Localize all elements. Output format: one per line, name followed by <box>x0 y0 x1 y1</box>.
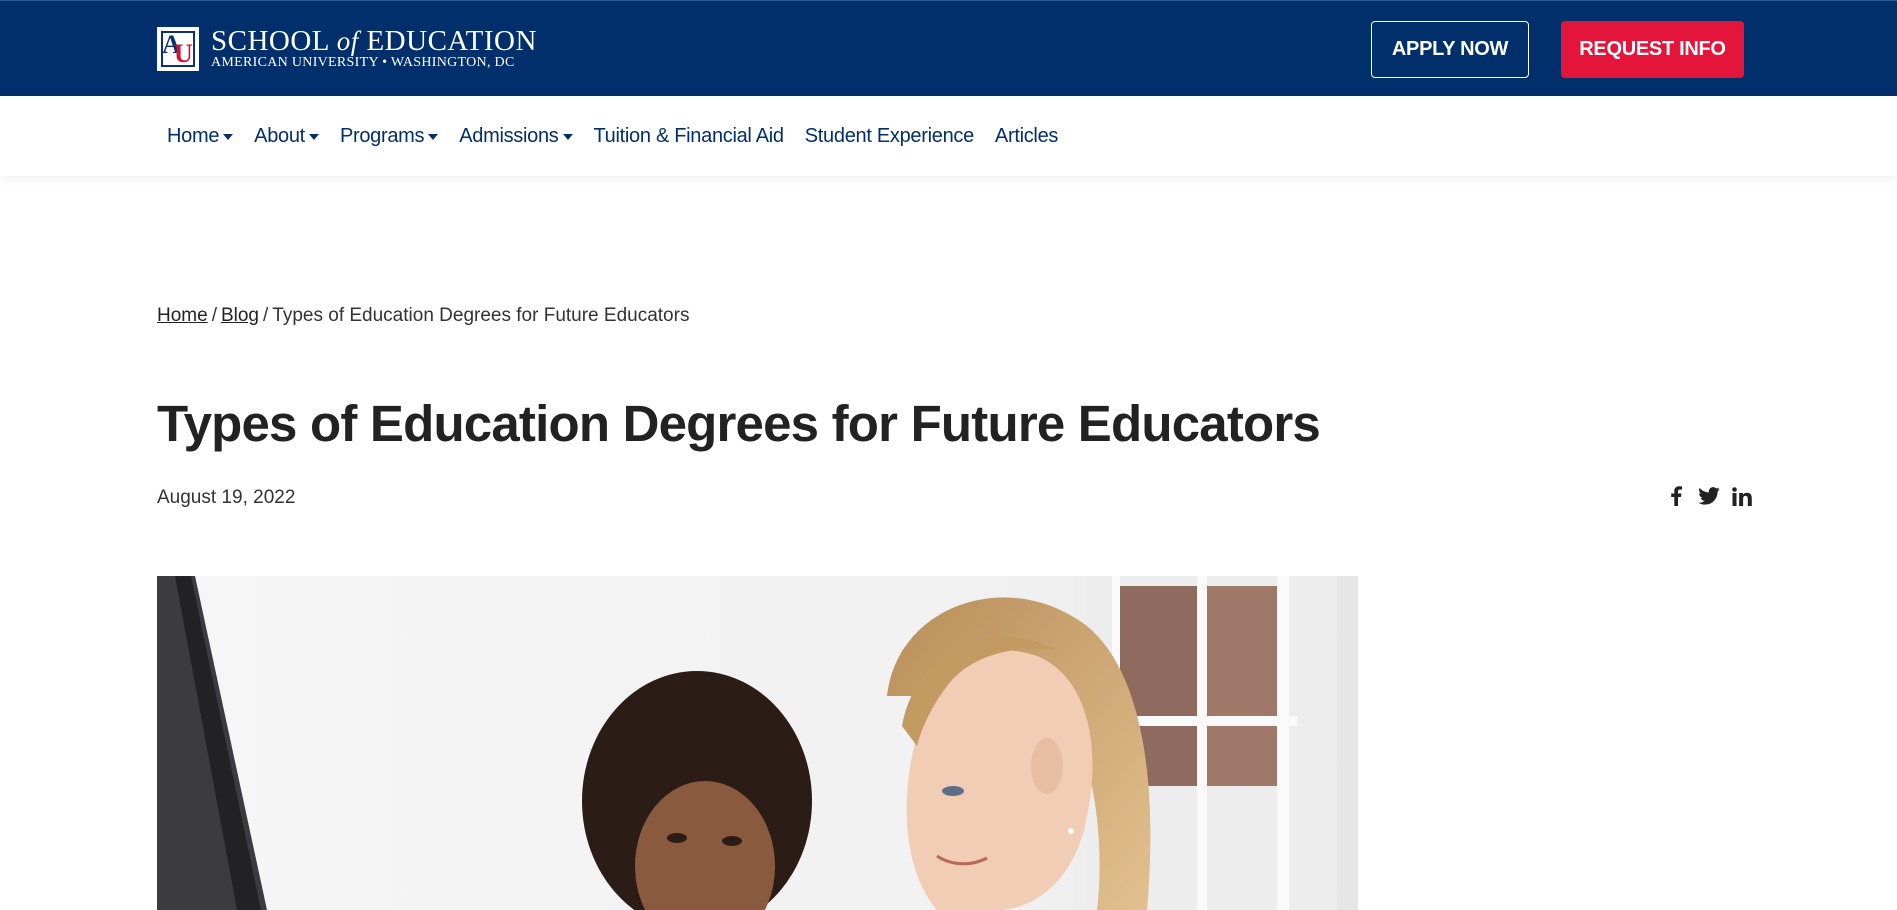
breadcrumb-blog-link[interactable]: Blog <box>221 305 259 326</box>
page-title: Types of Education Degrees for Future Ed… <box>157 395 1321 452</box>
nav-item-home[interactable]: Home <box>167 125 234 148</box>
caret-down-icon <box>428 134 439 140</box>
breadcrumb: Home / Blog / Types of Education Degrees for… <box>157 305 689 327</box>
linkedin-icon[interactable] <box>1730 484 1754 508</box>
caret-down-icon <box>308 134 319 140</box>
main-nav: Home About Programs Admissions Tuition &… <box>0 96 1897 176</box>
caret-down-icon <box>223 134 234 140</box>
breadcrumb-home-link[interactable]: Home <box>157 305 208 326</box>
hero-photo-illustration <box>157 576 1358 910</box>
breadcrumb-current: Types of Education Degrees for Future Ed… <box>272 305 690 326</box>
au-logo-mark: AU <box>157 27 199 71</box>
facebook-icon[interactable] <box>1664 484 1688 508</box>
school-logo[interactable]: AU SCHOOL of EDUCATION AMERICAN UNIVERSI… <box>157 27 537 71</box>
request-info-button[interactable]: REQUEST INFO <box>1561 21 1744 78</box>
logo-text: SCHOOL of EDUCATION AMERICAN UNIVERSITY … <box>211 27 537 71</box>
twitter-icon[interactable] <box>1697 484 1721 508</box>
nav-item-tuition[interactable]: Tuition & Financial Aid <box>594 125 785 148</box>
caret-down-icon <box>562 134 573 140</box>
nav-item-admissions[interactable]: Admissions <box>459 125 573 148</box>
breadcrumb-separator: / <box>263 305 269 326</box>
nav-item-programs[interactable]: Programs <box>340 125 439 148</box>
logo-subtitle: AMERICAN UNIVERSITY • WASHINGTON, DC <box>211 55 515 70</box>
nav-item-student-experience[interactable]: Student Experience <box>805 125 974 148</box>
logo-title: SCHOOL of EDUCATION <box>211 25 537 57</box>
nav-item-articles[interactable]: Articles <box>995 125 1058 148</box>
breadcrumb-separator: / <box>211 305 217 326</box>
apply-now-button[interactable]: APPLY NOW <box>1371 21 1529 78</box>
hero-image <box>157 576 1358 910</box>
share-links <box>1664 484 1754 508</box>
publish-date: August 19, 2022 <box>157 487 296 508</box>
site-header: AU SCHOOL of EDUCATION AMERICAN UNIVERSI… <box>0 0 1897 96</box>
nav-item-about[interactable]: About <box>254 125 319 148</box>
